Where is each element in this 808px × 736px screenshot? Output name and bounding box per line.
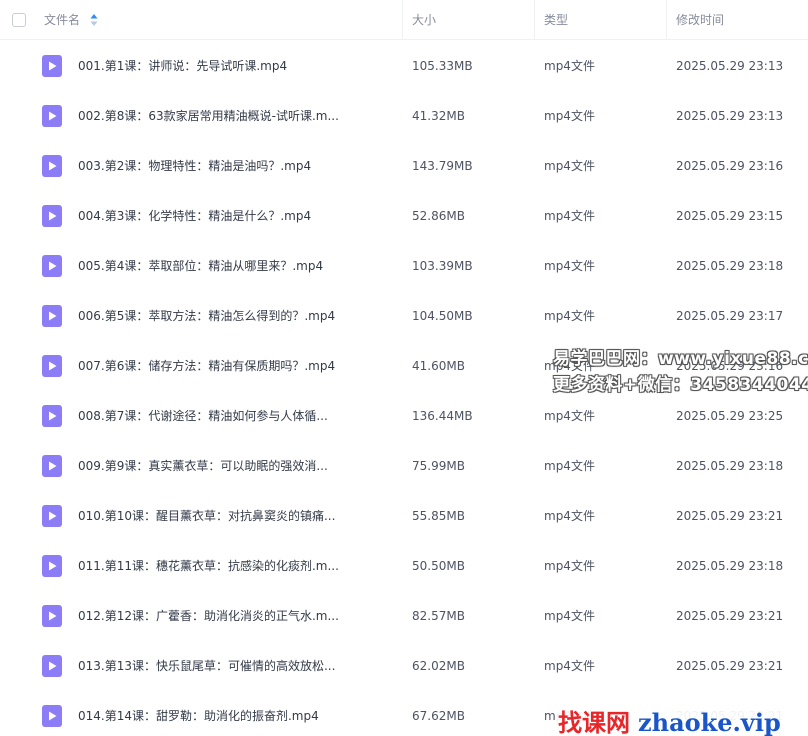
file-type: mp4文件 — [544, 309, 595, 323]
file-size: 62.02MB — [412, 659, 465, 673]
file-name[interactable]: 011.第11课：穗花薰衣草：抗感染的化痰剂.m... — [78, 541, 398, 591]
file-row[interactable]: 002.第8课：63款家居常用精油概说-试听课.m... 41.32MB mp4文件… — [0, 91, 808, 141]
file-modified-time: 2025.05.29 23:18 — [676, 559, 784, 573]
file-size: 41.60MB — [412, 359, 465, 373]
file-type: mp4文件 — [544, 609, 595, 623]
file-size: 82.57MB — [412, 609, 465, 623]
file-row[interactable]: 013.第13课：快乐鼠尾草：可催情的高效放松... 62.02MB mp4文件 20… — [0, 641, 808, 691]
file-type: mp4文件 — [544, 509, 595, 523]
file-type: mp4文件 — [544, 459, 595, 473]
watermark-text: 易学巴巴网：www.yixue88.cn — [553, 349, 808, 369]
file-name[interactable]: 001.第1课：讲师说：先导试听课.mp4 — [78, 41, 398, 91]
file-modified-time: 2025.05.29 23:13 — [676, 59, 784, 73]
file-size: 50.50MB — [412, 559, 465, 573]
watermark-brand-cn: 找课网 — [558, 709, 630, 736]
file-size: 52.86MB — [412, 209, 465, 223]
file-modified-time: 2025.05.29 23:18 — [676, 459, 784, 473]
file-size: 143.79MB — [412, 159, 473, 173]
video-file-icon — [42, 105, 62, 127]
file-name[interactable]: 014.第14课：甜罗勒：助消化的振奋剂.mp4 — [78, 691, 398, 736]
video-file-icon — [42, 455, 62, 477]
file-name[interactable]: 005.第4课：萃取部位：精油从哪里来？.mp4 — [78, 241, 398, 291]
file-name[interactable]: 012.第12课：广藿香：助消化消炎的正气水.m... — [78, 591, 398, 641]
file-row[interactable]: 004.第3课：化学特性：精油是什么？.mp4 52.86MB mp4文件 2025.… — [0, 191, 808, 241]
file-name[interactable]: 013.第13课：快乐鼠尾草：可催情的高效放松... — [78, 641, 398, 691]
video-file-icon — [42, 305, 62, 327]
file-modified-time: 2025.05.29 23:25 — [676, 409, 784, 423]
watermark-brand-en: zhaoke.vip — [638, 708, 781, 736]
video-file-icon — [42, 405, 62, 427]
file-name[interactable]: 010.第10课：醒目薰衣草：对抗鼻窦炎的镇痛... — [78, 491, 398, 541]
file-name[interactable]: 008.第7课：代谢途径：精油如何参与人体循... — [78, 391, 398, 441]
column-divider[interactable] — [534, 0, 535, 40]
column-header-modified-time[interactable]: 修改时间 — [676, 0, 724, 40]
file-size: 67.62MB — [412, 709, 465, 723]
file-modified-time: 2025.05.29 23:17 — [676, 309, 784, 323]
video-file-icon — [42, 355, 62, 377]
file-name[interactable]: 007.第6课：储存方法：精油有保质期吗？.mp4 — [78, 341, 398, 391]
column-divider[interactable] — [666, 0, 667, 40]
file-modified-time: 2025.05.29 23:21 — [676, 659, 784, 673]
file-size: 75.99MB — [412, 459, 465, 473]
sort-icon[interactable] — [90, 13, 98, 27]
file-type: mp4文件 — [544, 109, 595, 123]
file-size: 103.39MB — [412, 259, 473, 273]
file-size: 105.33MB — [412, 59, 473, 73]
column-header-size[interactable]: 大小 — [412, 0, 436, 40]
file-size: 136.44MB — [412, 409, 473, 423]
file-modified-time: 2025.05.29 23:18 — [676, 259, 784, 273]
file-size: 41.32MB — [412, 109, 465, 123]
video-file-icon — [42, 55, 62, 77]
file-type: mp4文件 — [544, 659, 595, 673]
column-header-name[interactable]: 文件名 — [44, 0, 80, 40]
video-file-icon — [42, 255, 62, 277]
video-file-icon — [42, 605, 62, 627]
file-type: mp4文件 — [544, 259, 595, 273]
file-modified-time: 2025.05.29 23:15 — [676, 209, 784, 223]
select-all-checkbox[interactable] — [12, 13, 26, 27]
file-name[interactable]: 002.第8课：63款家居常用精油概说-试听课.m... — [78, 91, 398, 141]
file-name[interactable]: 009.第9课：真实薰衣草：可以助眠的强效消... — [78, 441, 398, 491]
file-name[interactable]: 003.第2课：物理特性：精油是油吗？.mp4 — [78, 141, 398, 191]
video-file-icon — [42, 555, 62, 577]
column-divider[interactable] — [402, 0, 403, 40]
file-modified-time: 2025.05.29 23:13 — [676, 109, 784, 123]
file-row[interactable]: 009.第9课：真实薰衣草：可以助眠的强效消... 75.99MB mp4文件 202… — [0, 441, 808, 491]
file-modified-time: 2025.05.29 23:16 — [676, 159, 784, 173]
file-type: mp4文件 — [544, 559, 595, 573]
watermark-brand: 找课网 zhaoke.vip — [556, 703, 783, 736]
file-list-header: 文件名 大小 类型 修改时间 — [0, 0, 808, 40]
file-row[interactable]: 008.第7课：代谢途径：精油如何参与人体循... 136.44MB mp4文件 20… — [0, 391, 808, 441]
watermark-text: 更多资料+微信：3458344044 — [553, 375, 808, 395]
file-row[interactable]: 010.第10课：醒目薰衣草：对抗鼻窦炎的镇痛... 55.85MB mp4文件 20… — [0, 491, 808, 541]
file-type: mp4文件 — [544, 409, 595, 423]
video-file-icon — [42, 505, 62, 527]
column-header-type[interactable]: 类型 — [544, 0, 568, 40]
file-size: 55.85MB — [412, 509, 465, 523]
file-type: mp4文件 — [544, 209, 595, 223]
file-row[interactable]: 001.第1课：讲师说：先导试听课.mp4 105.33MB mp4文件 2025.0… — [0, 41, 808, 91]
file-type: mp4文件 — [544, 159, 595, 173]
file-name[interactable]: 004.第3课：化学特性：精油是什么？.mp4 — [78, 191, 398, 241]
file-row[interactable]: 005.第4课：萃取部位：精油从哪里来？.mp4 103.39MB mp4文件 202… — [0, 241, 808, 291]
file-row[interactable]: 011.第11课：穗花薰衣草：抗感染的化痰剂.m... 50.50MB mp4文件 2… — [0, 541, 808, 591]
video-file-icon — [42, 205, 62, 227]
video-file-icon — [42, 655, 62, 677]
video-file-icon — [42, 155, 62, 177]
file-row[interactable]: 006.第5课：萃取方法：精油怎么得到的？.mp4 104.50MB mp4文件 20… — [0, 291, 808, 341]
file-size: 104.50MB — [412, 309, 473, 323]
file-type: mp4文件 — [544, 59, 595, 73]
file-row[interactable]: 012.第12课：广藿香：助消化消炎的正气水.m... 82.57MB mp4文件 2… — [0, 591, 808, 641]
file-modified-time: 2025.05.29 23:21 — [676, 609, 784, 623]
file-row[interactable]: 003.第2课：物理特性：精油是油吗？.mp4 143.79MB mp4文件 2025… — [0, 141, 808, 191]
video-file-icon — [42, 705, 62, 727]
file-name[interactable]: 006.第5课：萃取方法：精油怎么得到的？.mp4 — [78, 291, 398, 341]
file-modified-time: 2025.05.29 23:21 — [676, 509, 784, 523]
